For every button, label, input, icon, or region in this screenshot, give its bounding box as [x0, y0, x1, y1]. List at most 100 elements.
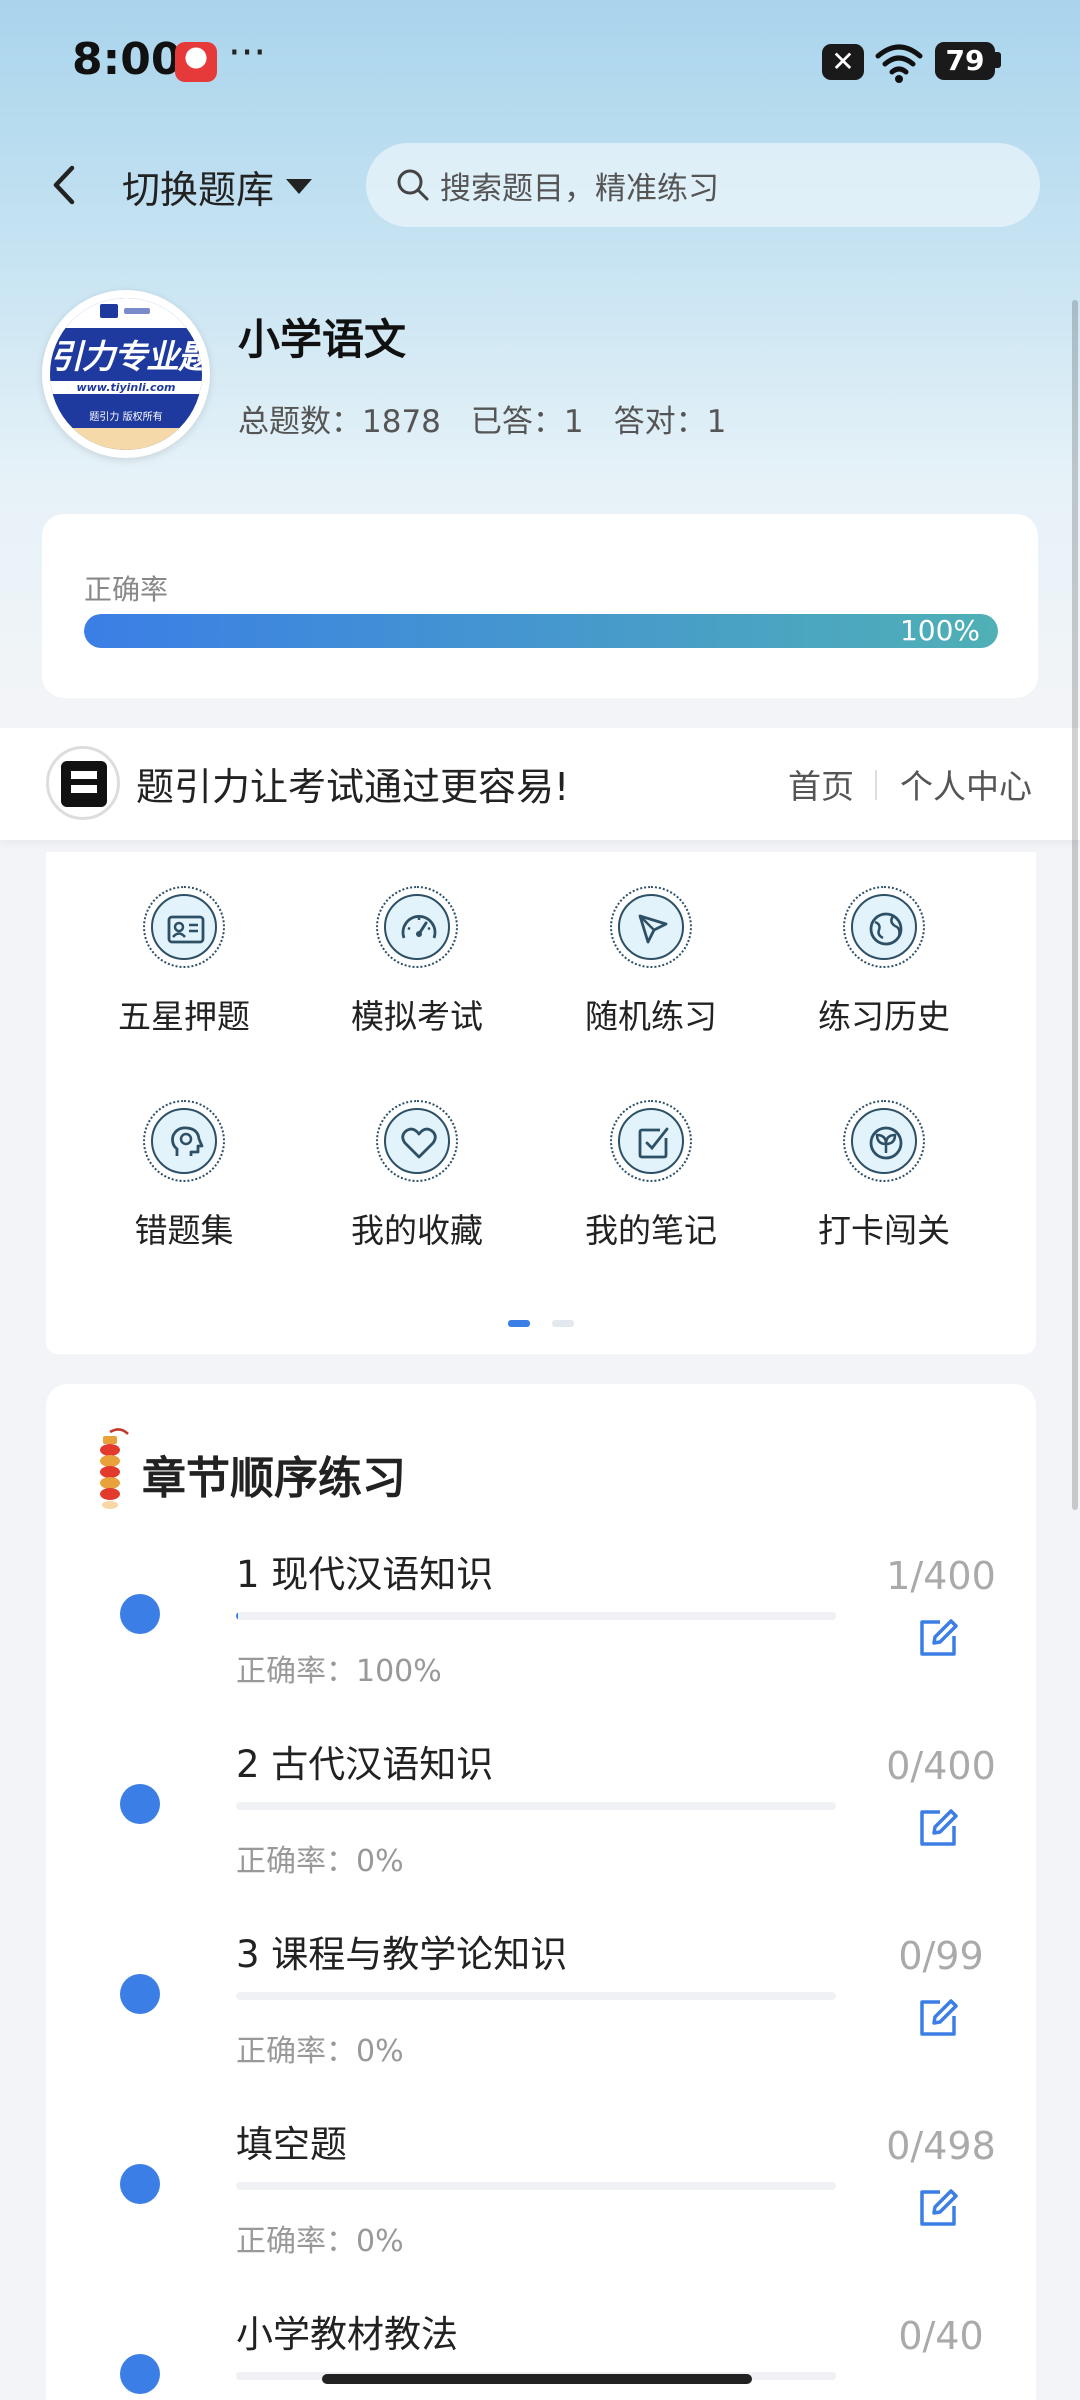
battery-icon: 79 [935, 42, 995, 80]
brain-icon [143, 1100, 225, 1182]
chapter-progress-bar [236, 1612, 836, 1620]
chapter-accuracy: 正确率：0% [236, 2034, 404, 2069]
feature-label: 五星押题 [118, 997, 250, 1036]
feature-label: 我的收藏 [351, 1211, 483, 1250]
question-stats: 总题数：1878 已答：1 答对：1 [238, 396, 726, 441]
chapter-name: 2 古代汉语知识 [236, 1743, 494, 1786]
status-bar: 8:00 ··· ✕ 79 [0, 0, 1080, 128]
chapter-progress-bar [236, 2182, 836, 2190]
chapter-bullet [120, 1594, 160, 1634]
compass-icon [610, 886, 692, 968]
search-placeholder: 搜索题目，精准练习 [440, 170, 719, 207]
scrollbar[interactable] [1072, 300, 1078, 1510]
chapter-bullet [120, 2164, 160, 2204]
total-count: 总题数：1878 [238, 404, 441, 440]
correct-count: 答对：1 [613, 404, 727, 440]
feature-label: 练习历史 [818, 997, 950, 1036]
logo-inner: 引力专业题 www.tiyinli.com 题引力 版权所有 [50, 298, 202, 450]
app-notification-icon [175, 42, 217, 82]
switch-bank-button[interactable]: 切换题库 [122, 156, 313, 216]
feature-label: 打卡闯关 [818, 1211, 950, 1250]
search-input[interactable]: 搜索题目，精准练习 [366, 143, 1040, 227]
globe-icon [843, 886, 925, 968]
chapter-accuracy: 正确率：0% [236, 1844, 404, 1879]
brand-slogan: 题引力让考试通过更容易! [136, 765, 570, 809]
close-notification-icon: ✕ [822, 44, 864, 80]
accuracy-card: 正确率 100% [42, 514, 1038, 698]
feature-five-star[interactable]: 五星押题 [74, 886, 294, 1038]
edit-icon[interactable] [914, 1804, 962, 1852]
app-screen: 8:00 ··· ✕ 79 切换题库 搜索题目，精准练习 引力专业题 www.t… [0, 0, 1080, 2400]
feature-favorites[interactable]: 我的收藏 [307, 1100, 527, 1252]
chapter-count: 1/400 [886, 1554, 996, 1598]
accuracy-progress-fill [84, 614, 998, 648]
pager-dot[interactable] [552, 1320, 574, 1327]
speedometer-icon [376, 886, 458, 968]
brand-logo [46, 746, 120, 820]
question-bank-logo: 引力专业题 www.tiyinli.com 题引力 版权所有 [42, 290, 210, 458]
chapter-row[interactable]: 3 课程与教学论知识 正确率：0% 0/99 [46, 1902, 1036, 2092]
search-icon [397, 169, 429, 201]
chapter-section-title: 章节顺序练习 [142, 1453, 406, 1504]
chapter-name: 1 现代汉语知识 [236, 1553, 494, 1596]
wifi-icon [875, 44, 923, 83]
feature-random-practice[interactable]: 随机练习 [541, 886, 761, 1038]
pager-dot-active[interactable] [508, 1320, 530, 1327]
logo-mark-icon [100, 304, 118, 318]
chapter-name: 填空题 [236, 2123, 347, 2166]
feature-mock-exam[interactable]: 模拟考试 [307, 886, 527, 1038]
edit-icon[interactable] [914, 1994, 962, 2042]
brand-logo-mark [61, 761, 107, 807]
user-center-link[interactable]: 个人中心 [900, 760, 1032, 808]
divider [875, 770, 877, 800]
logo-note: 题引力 版权所有 [89, 412, 163, 423]
edit-icon[interactable] [914, 1614, 962, 1662]
heart-icon [376, 1100, 458, 1182]
feature-label: 随机练习 [585, 997, 717, 1036]
accuracy-percent: 100% [899, 614, 980, 647]
subject-title: 小学语文 [238, 315, 407, 364]
feature-label: 错题集 [134, 1211, 234, 1250]
more-notifications-icon: ··· [228, 30, 267, 76]
feature-check-in[interactable]: 打卡闯关 [774, 1100, 994, 1252]
logo-top-band [50, 298, 202, 328]
brand-banner: 题引力让考试通过更容易! 首页 个人中心 [0, 728, 1080, 840]
chapter-count: 0/400 [886, 1744, 996, 1788]
home-link[interactable]: 首页 [788, 760, 854, 808]
chapter-row[interactable]: 2 古代汉语知识 正确率：0% 0/400 [46, 1712, 1036, 1902]
chapter-practice-card: 章节顺序练习 1 现代汉语知识 正确率：100% 1/400 2 古代汉语知识 … [46, 1384, 1036, 2400]
chapter-progress-fill [236, 1612, 238, 1620]
feature-practice-history[interactable]: 练习历史 [774, 886, 994, 1038]
accuracy-progress-bar: 100% [84, 614, 998, 648]
note-check-icon [610, 1100, 692, 1182]
firecracker-icon [100, 1428, 129, 1509]
edit-icon[interactable] [914, 2184, 962, 2232]
chapter-progress-bar [236, 1802, 836, 1810]
home-indicator[interactable] [322, 2374, 752, 2384]
chapter-row[interactable]: 1 现代汉语知识 正确率：100% 1/400 [46, 1522, 1036, 1712]
back-icon[interactable] [40, 160, 90, 210]
chapter-row[interactable]: 填空题 正确率：0% 0/498 [46, 2092, 1036, 2282]
chapter-accuracy: 正确率：0% [236, 2224, 404, 2259]
feature-label: 我的笔记 [585, 1211, 717, 1250]
switch-bank-label: 切换题库 [122, 167, 275, 212]
feature-notes[interactable]: 我的笔记 [541, 1100, 761, 1252]
battery-tip [995, 52, 1001, 68]
feature-label: 模拟考试 [351, 997, 483, 1036]
feature-wrong-questions[interactable]: 错题集 [74, 1100, 294, 1252]
sprout-icon [843, 1100, 925, 1182]
chapter-name: 小学教材教法 [236, 2313, 458, 2356]
chapter-bullet [120, 1784, 160, 1824]
logo-small-text [124, 308, 150, 314]
chapter-bullet [120, 2354, 160, 2394]
logo-bottom-band [50, 428, 202, 450]
status-time: 8:00 [72, 34, 182, 85]
answered-count: 已答：1 [470, 404, 584, 440]
chapter-count: 0/40 [898, 2314, 984, 2358]
caret-down-icon [286, 178, 313, 194]
feature-grid: 五星押题 模拟考试 随机练习 练习历史 错题集 我的收藏 我的笔记 打卡闯关 [46, 852, 1036, 1354]
chapter-bullet [120, 1974, 160, 2014]
accuracy-label: 正确率 [84, 573, 169, 606]
chapter-count: 0/498 [886, 2124, 996, 2168]
chapter-progress-bar [236, 1992, 836, 2000]
